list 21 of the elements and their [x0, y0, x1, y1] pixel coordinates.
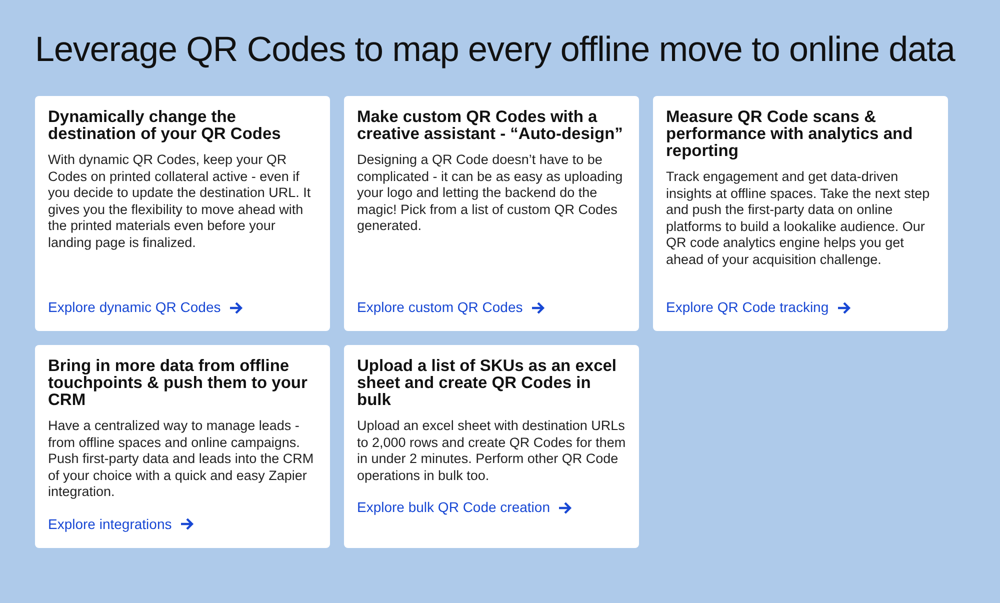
card-description: Track engagement and get data-driven insights at offline spaces. Take the next step and push the first-party data on online platforms to build a lookalike audience. Our QR code analytics engine helps you get ahead of your acquisition challenge. — [666, 169, 931, 268]
explore-link[interactable]: Explore dynamic QR Codes — [48, 297, 243, 318]
arrow-right-icon — [228, 300, 243, 314]
explore-link[interactable]: Explore QR Code tracking — [666, 297, 851, 318]
explore-link[interactable]: Explore custom QR Codes — [357, 297, 545, 318]
arrow-right-icon — [180, 517, 194, 531]
card-title: Bring in more data from offline touchpoints & push them to your CRM — [48, 358, 308, 409]
card-description: Have a centralized way to manage leads - from offline spaces and online campaigns. Push first-party data and leads into the CRM of your choice with a quick and easy Zapier integration. — [48, 418, 315, 500]
card-description: With dynamic QR Codes, keep your QR Codes on printed collateral active - even if you decide to update the destination URL. It gives you the flexibility to move ahead with the printed materials even before your landing page is finalized. — [48, 152, 312, 251]
page-heading: Leverage QR Codes to map every offline move to online data — [35, 29, 956, 71]
arrow-right-icon — [836, 300, 851, 314]
explore-link[interactable]: Explore bulk QR Code creation — [357, 497, 572, 518]
explore-link[interactable]: Explore integrations — [48, 514, 194, 534]
card-title: Upload a list of SKUs as an excel sheet and create QR Codes in bulk — [357, 358, 618, 409]
card-title: Dynamically change the destination of your QR Codes — [48, 109, 282, 143]
card-description: Upload an excel sheet with destination URLs to 2,000 rows and create QR Codes for them in under 2 minutes. Perform other QR Code operations in bulk too. — [357, 418, 626, 484]
card-description: Designing a QR Code doesn’t have to be complicated - it can be as easy as uploading your logo and letting the backend do the magic! Pick from a list of custom QR Codes generated. — [357, 152, 624, 234]
arrow-right-icon — [530, 300, 545, 314]
card-title: Measure QR Code scans & performance with analytics and reporting — [666, 109, 914, 160]
arrow-right-icon — [558, 500, 572, 514]
card-title: Make custom QR Codes with a creative assistant - “Auto-design” — [357, 109, 624, 143]
